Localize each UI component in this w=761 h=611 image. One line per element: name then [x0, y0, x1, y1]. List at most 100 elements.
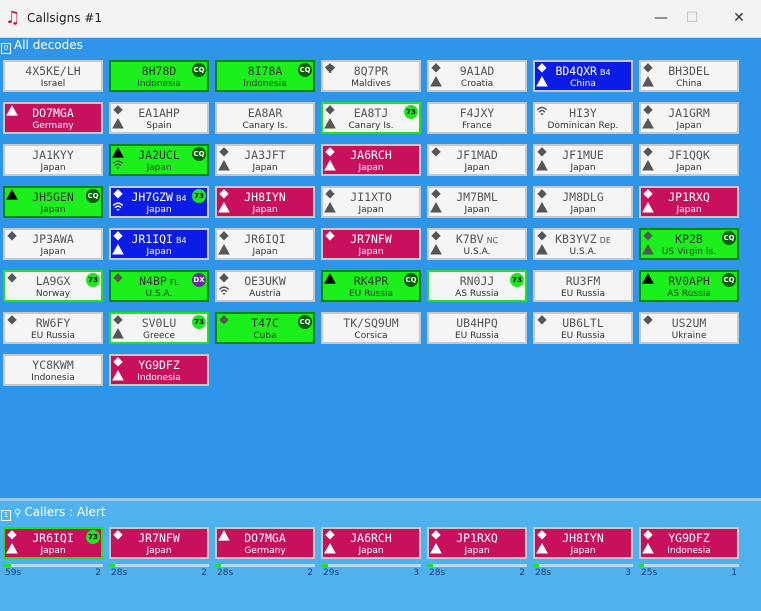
caller-progress-track — [109, 564, 209, 567]
country-label: EU Russia — [454, 331, 500, 341]
callsign-suffix: FL — [169, 278, 179, 287]
close-button[interactable]: ✕ — [724, 6, 754, 30]
callsign-card[interactable]: TK/SQ9UM Corsica — [321, 312, 421, 344]
dx-badge: DX — [192, 273, 206, 287]
caller-progress-bar — [533, 564, 539, 567]
callsign-card[interactable]: JI1XTO Japan — [321, 186, 421, 218]
callsign-card[interactable]: JF1MAD Japan — [427, 144, 527, 176]
callsign-card[interactable]: LA9GX Norway 73 — [3, 270, 103, 302]
callsign-card[interactable]: F4JXY France — [427, 102, 527, 134]
callsign-card[interactable]: RW6FY EU Russia — [3, 312, 103, 344]
callsign-card[interactable]: JA6RCH Japan — [321, 144, 421, 176]
callsign-card[interactable]: EA8AR Canary Is. — [215, 102, 315, 134]
callsign-card[interactable]: JA2UCL Japan CQ — [109, 144, 209, 176]
cq-badge: CQ — [722, 231, 736, 245]
callsign-card[interactable]: JR7NFW Japan — [321, 228, 421, 260]
callsign-card[interactable]: JF1MUE Japan — [533, 144, 633, 176]
callsign-card[interactable]: HI3Y Dominican Rep. — [533, 102, 633, 134]
callsign-card[interactable]: 4X5KE/LH Israel — [3, 60, 103, 92]
callsign-text: 8H78D — [141, 64, 177, 78]
callsign: JA6RCH — [323, 148, 419, 162]
callsign-card[interactable]: T47C Cuba CQ — [215, 312, 315, 344]
country-label: Japan — [358, 205, 384, 215]
callsign: JM8DLG — [535, 190, 631, 204]
country-label: Japan — [146, 205, 172, 215]
country-label: Japan — [358, 546, 384, 556]
callsign-card[interactable]: UB4HPQ EU Russia — [427, 312, 527, 344]
maximize-button[interactable]: ☐ — [677, 6, 707, 30]
callsign-card[interactable]: RU3FM EU Russia — [533, 270, 633, 302]
callsign-text: 8I78A — [247, 64, 283, 78]
callsign-text: JI1XTO — [350, 190, 392, 204]
callsign-card[interactable]: JP1RXQ Japan — [639, 186, 739, 218]
callsign-card[interactable]: DO7MGA Germany — [3, 102, 103, 134]
callsign-card[interactable]: JH5GEN Japan CQ — [3, 186, 103, 218]
callsign-card[interactable]: JF1QQK Japan — [639, 144, 739, 176]
caller-progress-track — [639, 564, 739, 567]
callsign-card[interactable]: 8Q7PR Maldives — [321, 60, 421, 92]
callsign: JR6IQI — [217, 232, 313, 246]
caller-progress-track — [3, 564, 103, 567]
caller-card[interactable]: JR7NFW Japan — [109, 527, 209, 559]
callsign-card[interactable]: JH7GZW B4 Japan 73 — [109, 186, 209, 218]
country-label: Japan — [464, 163, 490, 173]
callsign-card[interactable]: YC8KWM Indonesia — [3, 354, 103, 386]
callsign-card[interactable]: YG9DFZ Indonesia — [109, 354, 209, 386]
callsign: JR7NFW — [323, 232, 419, 246]
callsign-card[interactable]: 8H78D Indonesia CQ — [109, 60, 209, 92]
cq-badge: CQ — [298, 63, 312, 77]
callsign-card[interactable]: BH3DEL China — [639, 60, 739, 92]
caller-progress-track — [321, 564, 421, 567]
callsign-text: UB6LTL — [562, 316, 604, 330]
callsign-card[interactable]: UB6LTL EU Russia — [533, 312, 633, 344]
callsign-card[interactable]: JR6IQI Japan — [215, 228, 315, 260]
callsign-card[interactable]: BD4QXR B4 China — [533, 60, 633, 92]
callsign-card[interactable]: JM7BML Japan — [427, 186, 527, 218]
callsign-card[interactable]: SV0LU Greece 73 — [109, 312, 209, 344]
callsign-card[interactable]: US2UM Ukraine — [639, 312, 739, 344]
callsign-card[interactable]: N4BP FL U.S.A. DX — [109, 270, 209, 302]
callsign-card[interactable]: JA1KYY Japan — [3, 144, 103, 176]
caller-card[interactable]: DO7MGA Germany — [215, 527, 315, 559]
country-label: Ukraine — [671, 331, 707, 341]
callsign-card[interactable]: KP2B US Virgin Is. CQ — [639, 228, 739, 260]
callsign-card[interactable]: JR1IQI B4 Japan — [109, 228, 209, 260]
caller-elapsed-time: 29s — [323, 568, 340, 578]
country-label: Israel — [40, 79, 66, 89]
callsign-card[interactable]: K7BV NC U.S.A. — [427, 228, 527, 260]
caller-card[interactable]: YG9DFZ Indonesia — [639, 527, 739, 559]
caller-progress-bar — [321, 564, 328, 567]
callsign-card[interactable]: JA3JFT Japan — [215, 144, 315, 176]
callsign-card[interactable]: 9A1AD Croatia — [427, 60, 527, 92]
caller-card[interactable]: JH8IYN Japan — [533, 527, 633, 559]
callsign-card[interactable]: JP3AWA Japan — [3, 228, 103, 260]
pin-icon[interactable]: ⚲ — [14, 508, 21, 519]
caller-card[interactable]: JP1RXQ Japan — [427, 527, 527, 559]
section-marker-icon[interactable]: 0 — [1, 43, 11, 54]
callsign-card[interactable]: OE3UKW Austria — [215, 270, 315, 302]
callsign-card[interactable]: EA1AHP Spain — [109, 102, 209, 134]
callsign-card[interactable]: RK4PR EU Russia CQ — [321, 270, 421, 302]
callsign-card[interactable]: JH8IYN Japan — [215, 186, 315, 218]
country-label: AS Russia — [455, 289, 499, 299]
title-bar[interactable]: ♫ Callsigns #1 — ☐ ✕ — [0, 0, 761, 38]
minimize-button[interactable]: — — [646, 6, 676, 30]
section-marker-icon[interactable]: 1 — [1, 510, 11, 521]
caller-card[interactable]: JA6RCH Japan — [321, 527, 421, 559]
callsign-card[interactable]: 8I78A Indonesia CQ — [215, 60, 315, 92]
country-label: Germany — [32, 121, 74, 131]
callsign-text: F4JXY — [459, 106, 495, 120]
callsign-card[interactable]: EA8TJ Canary Is. 73 — [321, 102, 421, 134]
callsign-text: RV0APH — [668, 274, 710, 288]
callsign-card[interactable]: KB3YVZ DE U.S.A. — [533, 228, 633, 260]
callsign-card[interactable]: JM8DLG Japan — [533, 186, 633, 218]
callsign-card[interactable]: RN0JJ AS Russia 73 — [427, 270, 527, 302]
caller-card[interactable]: JR6IQI Japan 73 — [3, 527, 103, 559]
callsign-card[interactable]: RV0APH AS Russia CQ — [639, 270, 739, 302]
country-label: Japan — [464, 546, 490, 556]
callsign: KB3YVZ DE — [535, 232, 631, 246]
callsign-text: JR6IQI — [244, 232, 286, 246]
callsign-card[interactable]: JA1GRM Japan — [639, 102, 739, 134]
callsign-suffix: B4 — [599, 68, 611, 77]
callsign-text: DO7MGA — [244, 531, 286, 545]
